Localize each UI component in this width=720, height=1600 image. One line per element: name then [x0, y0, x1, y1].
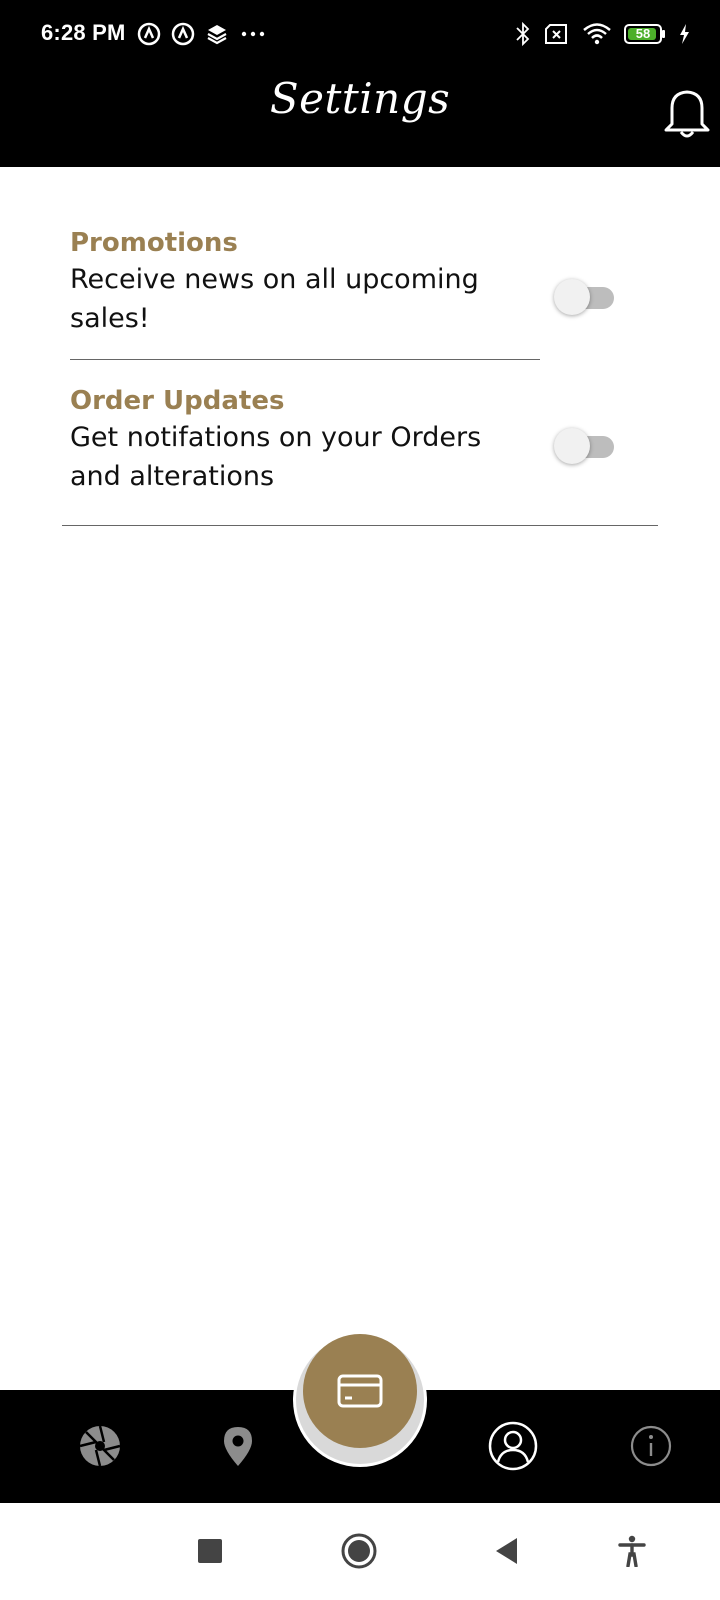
nav-profile[interactable]: [481, 1414, 545, 1478]
setting-order-updates: Order Updates Get notifations on your Or…: [70, 384, 540, 496]
wifi-icon: [582, 22, 612, 46]
location-pin-icon: [224, 1427, 252, 1466]
page-title: Settings: [269, 74, 451, 123]
setting-description: Receive news on all upcoming sales!: [70, 264, 479, 334]
aperture-icon: [79, 1425, 121, 1467]
layers-icon: [205, 22, 229, 46]
status-time: 6:28 PM: [41, 20, 126, 45]
setting-description: Get notifations on your Orders and alter…: [70, 422, 482, 492]
order-updates-toggle[interactable]: [554, 428, 618, 464]
card-button[interactable]: [303, 1334, 417, 1448]
accessibility-icon: [618, 1535, 646, 1567]
divider: [62, 525, 658, 526]
bell-icon: [664, 90, 710, 138]
nav-gallery[interactable]: [68, 1414, 132, 1478]
nav-info[interactable]: [619, 1414, 683, 1478]
home-button[interactable]: [337, 1529, 381, 1573]
back-triangle-icon: [496, 1538, 517, 1564]
back-button[interactable]: [485, 1529, 529, 1573]
square-icon: [198, 1539, 222, 1563]
battery-level-text: 58: [635, 26, 651, 41]
circle-icon: [341, 1533, 377, 1569]
charging-icon: [678, 23, 690, 45]
notification-icon: [137, 22, 161, 46]
status-right-icons: 58: [502, 20, 690, 48]
card-icon: [337, 1374, 383, 1408]
toggle-thumb: [554, 279, 590, 315]
accessibility-button[interactable]: [610, 1529, 654, 1573]
notifications-button[interactable]: [662, 84, 712, 140]
app-header: Settings: [0, 68, 720, 167]
profile-icon: [488, 1421, 538, 1471]
status-bar: 6:28 PM 58: [0, 0, 720, 68]
toggle-thumb: [554, 428, 590, 464]
sim-off-icon: [544, 23, 570, 45]
recents-button[interactable]: [188, 1529, 232, 1573]
more-dots-icon: [239, 22, 267, 46]
status-left-icons: [137, 20, 277, 48]
nav-locations[interactable]: [206, 1414, 270, 1478]
notification-icon: [171, 22, 195, 46]
info-icon: [630, 1425, 672, 1467]
promotions-toggle[interactable]: [554, 279, 618, 315]
setting-title: Order Updates: [70, 386, 285, 416]
setting-promotions: Promotions Receive news on all upcoming …: [70, 226, 540, 338]
system-nav: [0, 1503, 720, 1600]
battery-icon: 58: [624, 24, 666, 44]
setting-title: Promotions: [70, 228, 238, 258]
bluetooth-icon: [514, 21, 532, 47]
divider: [70, 359, 540, 360]
